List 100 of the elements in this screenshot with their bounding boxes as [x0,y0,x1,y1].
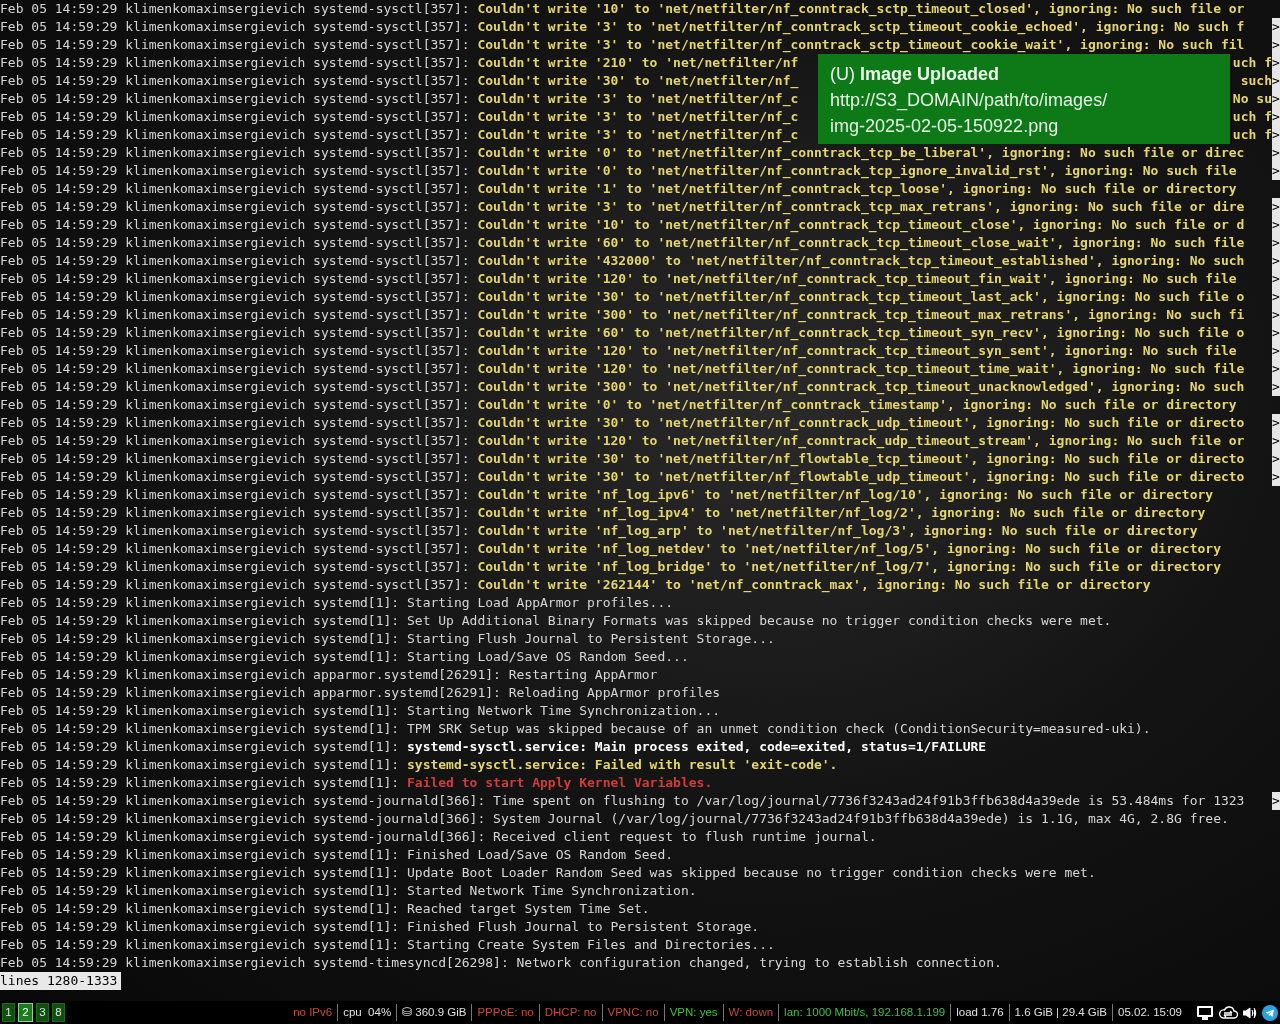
log-source: Feb 05 14:59:29 klimenkomaximsergievich systemd-sysctl[357]: [0,342,470,360]
log-source: Feb 05 14:59:29 klimenkomaximsergievich systemd[1]: [0,612,400,630]
log-source: Feb 05 14:59:29 klimenkomaximsergievich systemd-sysctl[357]: [0,18,470,36]
log-message: Couldn't write '30' to 'net/netfilter/nf_flowtable_udp_timeout', ignoring: No such file or directo [477,468,1245,486]
log-source: Feb 05 14:59:29 klimenkomaximsergievich systemd[1]: [0,594,400,612]
log-source: Feb 05 14:59:29 klimenkomaximsergievich systemd[1]: [0,900,400,918]
log-message: Restarting AppArmor [508,666,658,684]
log-message: Couldn't write '120' to 'net/netfilter/nf_conntrack_udp_timeout_stream', ignoring: No such file or [477,432,1245,450]
log-source: Feb 05 14:59:29 klimenkomaximsergievich systemd-sysctl[357]: [0,324,470,342]
log-source: Feb 05 14:59:29 klimenkomaximsergievich systemd-sysctl[357]: [0,396,470,414]
truncation-marker: > [1272,36,1280,54]
log-source: Feb 05 14:59:29 klimenkomaximsergievich systemd-sysctl[357]: [0,288,470,306]
log-message: Couldn't write '120' to 'net/netfilter/nf_conntrack_tcp_timeout_syn_sent', ignoring: No such file [477,342,1237,360]
status-item: DHCP: no [538,1003,602,1022]
workspace-button[interactable]: 3 [36,1003,49,1022]
log-message: Couldn't write '1' to 'net/netfilter/nf_conntrack_tcp_loose', ignoring: No such file or directory [477,180,1237,198]
log-source: Feb 05 14:59:29 klimenkomaximsergievich systemd-sysctl[357]: [0,108,470,126]
log-message: uch f [1232,108,1272,126]
log-message: Couldn't write '3' to 'net/netfilter/nf_c [477,90,799,108]
truncation-marker: > [1272,252,1280,270]
log-source: Feb 05 14:59:29 klimenkomaximsergievich systemd-sysctl[357]: [0,198,470,216]
log-message: Couldn't write '60' to 'net/netfilter/nf_conntrack_tcp_timeout_syn_recv', ignoring: No such file o [477,324,1245,342]
status-item: 05.02. 15:09 [1112,1003,1187,1022]
log-source: Feb 05 14:59:29 klimenkomaximsergievich systemd-sysctl[357]: [0,450,470,468]
truncation-marker: > [1272,126,1280,144]
log-message: Couldn't write 'nf_log_netdev' to 'net/netfilter/nf_log/5', ignoring: No such file or directory [477,540,1221,558]
log-message: Finished Flush Journal to Persistent Storage. [407,918,760,936]
log-message: Update Boot Loader Random Seed was skipped because no trigger condition checks were met. [407,864,1096,882]
log-source: Feb 05 14:59:29 klimenkomaximsergievich systemd[1]: [0,936,400,954]
truncation-marker: > [1272,414,1280,432]
log-source: Feb 05 14:59:29 klimenkomaximsergievich systemd-sysctl[357]: [0,144,470,162]
status-item: VPNC: no [601,1003,664,1022]
log-message: Couldn't write 'nf_log_bridge' to 'net/netfilter/nf_log/7', ignoring: No such file or directory [477,558,1221,576]
log-message: Couldn't write '3' to 'net/netfilter/nf_conntrack_sctp_timeout_cookie_wait', ignoring: No such fil [477,36,1245,54]
pager-status: lines 1280-1333 [0,972,122,990]
log-message: systemd-sysctl.service: Failed with result 'exit-code'. [407,756,838,774]
log-message: uch f [1232,126,1272,144]
log-message: Couldn't write '10' to 'net/netfilter/nf_conntrack_sctp_timeout_closed', ignoring: No such file or [477,0,1245,18]
truncation-marker: > [1272,54,1280,72]
log-source: Feb 05 14:59:29 klimenkomaximsergievich systemd[1]: [0,882,400,900]
status-item: cpu 04% [337,1003,397,1022]
log-message: Couldn't write '3' to 'net/netfilter/nf_c [477,126,799,144]
log-source: Feb 05 14:59:29 klimenkomaximsergievich systemd-sysctl[357]: [0,216,470,234]
log-source: Feb 05 14:59:29 klimenkomaximsergievich systemd[1]: [0,774,400,792]
log-message: Reached target System Time Set. [407,900,650,918]
monitor-icon[interactable] [1197,1005,1213,1020]
log-message: Couldn't write '0' to 'net/netfilter/nf_conntrack_timestamp', ignoring: No such file or directory [477,396,1237,414]
log-source: Feb 05 14:59:29 klimenkomaximsergievich systemd-sysctl[357]: [0,558,470,576]
truncation-marker: > [1272,216,1280,234]
log-source: Feb 05 14:59:29 klimenkomaximsergievich systemd-sysctl[357]: [0,414,470,432]
log-message: such [1240,72,1272,90]
log-message: System Journal (/var/log/journal/7736f3243ad24f91b3ffb638d4a39ede) is 1.1G, max 4G, 2.8G free. [493,810,1229,828]
workspace-button[interactable]: 1 [2,1003,15,1022]
log-message: uch f [1232,54,1272,72]
log-message: Couldn't write '0' to 'net/netfilter/nf_conntrack_tcp_be_liberal', ignoring: No such file or direc [477,144,1245,162]
log-source: Feb 05 14:59:29 klimenkomaximsergievich systemd-sysctl[357]: [0,522,470,540]
truncation-marker: > [1272,360,1280,378]
truncation-marker: > [1272,90,1280,108]
log-message: Couldn't write '10' to 'net/netfilter/nf_conntrack_tcp_timeout_close', ignoring: No such file or d [477,216,1245,234]
log-message: Couldn't write 'nf_log_ipv6' to 'net/netfilter/nf_log/10', ignoring: No such file or directory [477,486,1214,504]
log-source: Feb 05 14:59:29 klimenkomaximsergievich systemd-sysctl[357]: [0,540,470,558]
workspace-button[interactable]: 8 [52,1003,65,1022]
log-message: Couldn't write '0' to 'net/netfilter/nf_conntrack_tcp_ignore_invalid_rst', ignoring: No such file [477,162,1237,180]
log-message: Couldn't write 'nf_log_ipv4' to 'net/netfilter/nf_log/2', ignoring: No such file or directory [477,504,1206,522]
status-item: W: down [722,1003,779,1022]
log-source: Feb 05 14:59:29 klimenkomaximsergievich systemd-sysctl[357]: [0,378,470,396]
log-message: Starting Network Time Synchronization... [407,702,721,720]
log-message: Couldn't write '300' to 'net/netfilter/nf_conntrack_tcp_timeout_unacknowledged', ignoring: No such [477,378,1245,396]
truncation-marker: > [1272,72,1280,90]
cloud-icon[interactable] [1218,1005,1238,1020]
log-source: Feb 05 14:59:29 klimenkomaximsergievich systemd[1]: [0,918,400,936]
truncation-marker: > [1272,450,1280,468]
log-source: Feb 05 14:59:29 klimenkomaximsergievich systemd-sysctl[357]: [0,36,470,54]
log-message: systemd-sysctl.service: Main process exited, code=exited, status=1/FAILURE [407,738,987,756]
log-source: Feb 05 14:59:29 klimenkomaximsergievich systemd-sysctl[357]: [0,270,470,288]
log-message: Network configuration changed, trying to establish connection. [516,954,1002,972]
log-source: Feb 05 14:59:29 klimenkomaximsergievich systemd-sysctl[357]: [0,360,470,378]
log-source: Feb 05 14:59:29 klimenkomaximsergievich systemd[1]: [0,702,400,720]
log-message: Couldn't write '300' to 'net/netfilter/nf_conntrack_tcp_timeout_max_retrans', ignoring: No such fi [477,306,1245,324]
status-item: PPPoE: no [471,1003,539,1022]
paper-plane-icon[interactable] [1262,1004,1278,1021]
log-message: Couldn't write '3' to 'net/netfilter/nf_c [477,108,799,126]
log-message: Couldn't write '30' to 'net/netfilter/nf_ [477,72,799,90]
log-source: Feb 05 14:59:29 klimenkomaximsergievich systemd-sysctl[357]: [0,576,470,594]
status-item: lan: 1000 Mbit/s, 192.168.1.199 [778,1003,951,1022]
log-message: Starting Flush Journal to Persistent Storage... [407,630,775,648]
log-message: Couldn't write 'nf_log_arp' to 'net/netfilter/nf_log/3', ignoring: No such file or directory [477,522,1198,540]
log-message: Reloading AppArmor profiles [508,684,721,702]
status-item: load 1.76 [950,1003,1009,1022]
log-message: Couldn't write '3' to 'net/netfilter/nf_conntrack_sctp_timeout_cookie_echoed', ignoring: No such f [477,18,1245,36]
log-source: Feb 05 14:59:29 klimenkomaximsergievich systemd[1]: [0,648,400,666]
speaker-icon[interactable] [1243,1006,1257,1019]
workspace-button[interactable]: 2 [18,1003,33,1022]
truncation-marker: > [1272,792,1280,810]
log-message: Couldn't write '30' to 'net/netfilter/nf_flowtable_tcp_timeout', ignoring: No such file or directo [477,450,1245,468]
status-item: VPN: yes [663,1003,723,1022]
truncation-marker: > [1272,18,1280,36]
log-source: Feb 05 14:59:29 klimenkomaximsergievich systemd-journald[366]: [0,810,486,828]
log-message: No su [1232,90,1272,108]
log-message: Couldn't write '120' to 'net/netfilter/nf_conntrack_tcp_timeout_time_wait', ignoring: No such file [477,360,1245,378]
